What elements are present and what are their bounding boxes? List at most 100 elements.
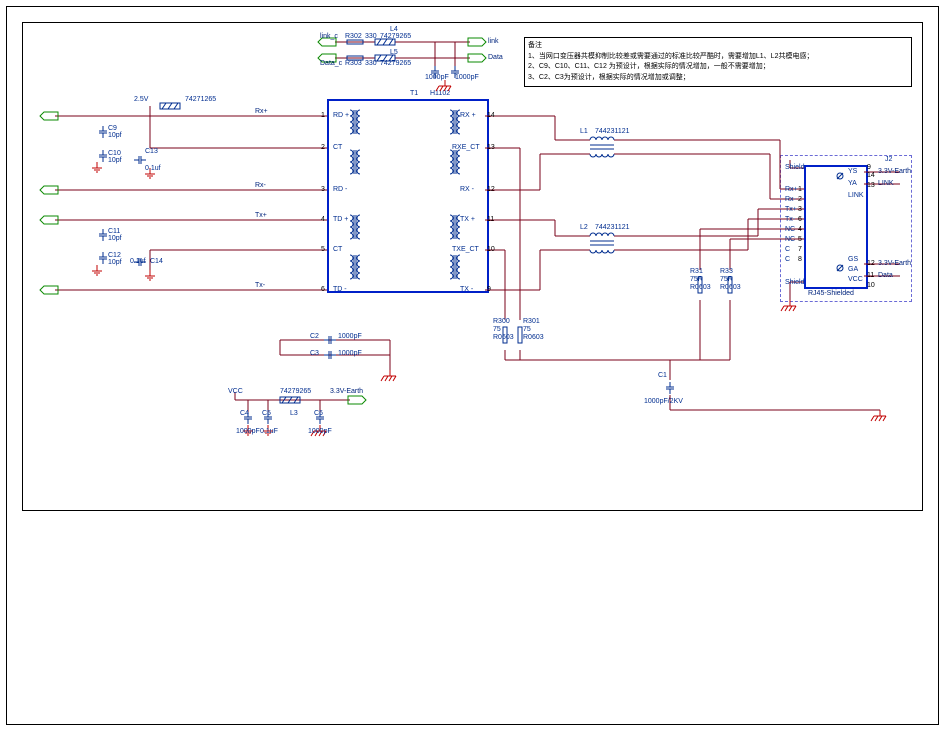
c7-val: 1000pF [425,74,449,81]
j2-p13: 13 [867,182,875,189]
j2-ys: YS [848,168,857,175]
j2-link: LINK [848,192,864,199]
c10-ref: C10 [108,150,121,157]
net-linkc: link_c [320,33,338,40]
j2-rxm: Rx- [785,196,796,203]
t1-p10: 10 [487,246,495,253]
r303-ref: R303 [345,60,362,67]
r33-fp: R0603 [720,284,741,291]
j2-rxp: Rx+ [785,186,798,193]
l2-val: 744231121 [595,224,630,231]
l3-ref: L3 [290,410,298,417]
j2-ga: GA [848,266,858,273]
l5-ref: L5 [390,49,398,56]
schematic-sheet: 备注 1、当网口变压器共模抑制比较差或需要通过的标准比较严酷时，需要增加L1、L… [0,0,945,731]
r33-val: 75R [720,276,733,283]
j2-p2: 2 [798,196,802,203]
j2-shield1: Shield [785,164,804,171]
j2-p14: 14 [867,172,875,179]
net-data: Data [488,54,503,61]
v33e-1: 3.3V-Earth [330,388,363,395]
v33e-2: 3.3V-Earth [878,168,911,175]
net-txp: Tx+ [255,212,267,219]
l5-val: 74279265 [380,60,411,67]
r302-ref: R302 [345,33,362,40]
t1-p4: 4 [321,216,325,223]
j2-p12: 12 [867,260,875,267]
c9-ref: C9 [108,125,117,132]
t1-p14: 14 [487,112,495,119]
c1-val: 1000pF/2KV [644,398,683,405]
r300-fp: R0603 [493,334,514,341]
c9-val: 10pf [108,132,122,139]
c4-val: 1000pF [236,428,260,435]
rj-data: Data [878,272,893,279]
j2-vcc: VCC [848,276,863,283]
l2-ref: L2 [580,224,588,231]
c13-ref: C13 [145,148,158,155]
t1-p13: 13 [487,144,495,151]
net-rxp: Rx+ [255,108,268,115]
j2-c1: C [785,246,790,253]
j2-p4: 4 [798,226,802,233]
j2-txm: Tx- [785,216,795,223]
c5-ref: C5 [262,410,271,417]
c13-val: 0.1uf [145,165,161,172]
c1-ref: C1 [658,372,667,379]
j2-p6: 6 [798,216,802,223]
r302-val: 330 [365,33,377,40]
l1-ref: L1 [580,128,588,135]
r301-val: 75 [523,326,531,333]
c11-ref: C11 [108,228,120,235]
t1-rxp: RX + [460,112,476,119]
j2-p3: 3 [798,206,802,213]
c3-val: 1000pF [338,350,362,357]
j2-p9: 9 [867,164,871,171]
t1-p6: 6 [321,286,325,293]
r31-ref: R31 [690,268,703,275]
vcc-lbl: VCC [228,388,243,395]
j2-p10: 10 [867,282,875,289]
r31-fp: R0603 [690,284,711,291]
c6-ref: C6 [314,410,323,417]
r303-val: 330 [365,60,377,67]
wiring-svg [0,0,945,731]
net-rxm: Rx- [255,182,266,189]
c5-val: 0.1uF [260,428,278,435]
t1-ct1: CT [333,144,342,151]
r301-ref: R301 [523,318,540,325]
net-txm: Tx- [255,282,265,289]
t1-txct: TXE_CT [452,246,479,253]
t1-p2: 2 [321,144,325,151]
l4-ref: L4 [390,26,398,33]
c2-val: 1000pF [338,333,362,340]
t1-p11: 11 [487,216,494,223]
j2-p8: 8 [798,256,802,263]
j2-ya: YA [848,180,857,187]
j2-p7: 7 [798,246,802,253]
net-link: link [488,38,499,45]
c12-val: 10pf [108,259,122,266]
r301-fp: R0603 [523,334,544,341]
t1-txp: TX + [460,216,475,223]
t1-p3: 3 [321,186,325,193]
fb1-val: 74271265 [185,96,216,103]
v25-label: 2.5V [134,96,148,103]
net-datac: Data_c [320,60,342,67]
j2-gs: GS [848,256,858,263]
j2-p5: 5 [798,236,802,243]
c3-ref: C3 [310,350,319,357]
j2-nc1: NC [785,226,795,233]
l4-val: 74279265 [380,33,411,40]
j2-c2: C [785,256,790,263]
t1-txm: TX - [460,286,473,293]
t1-p1: 1 [321,112,325,119]
c6-val: 1000pF [308,428,332,435]
c11-val: 10pf [108,235,122,242]
r300-ref: R300 [493,318,510,325]
j2-txp: Tx+ [785,206,797,213]
c12-ref: C12 [108,252,121,259]
t1-p12: 12 [487,186,495,193]
c4-ref: C4 [240,410,249,417]
j2-nc2: NC [785,236,795,243]
